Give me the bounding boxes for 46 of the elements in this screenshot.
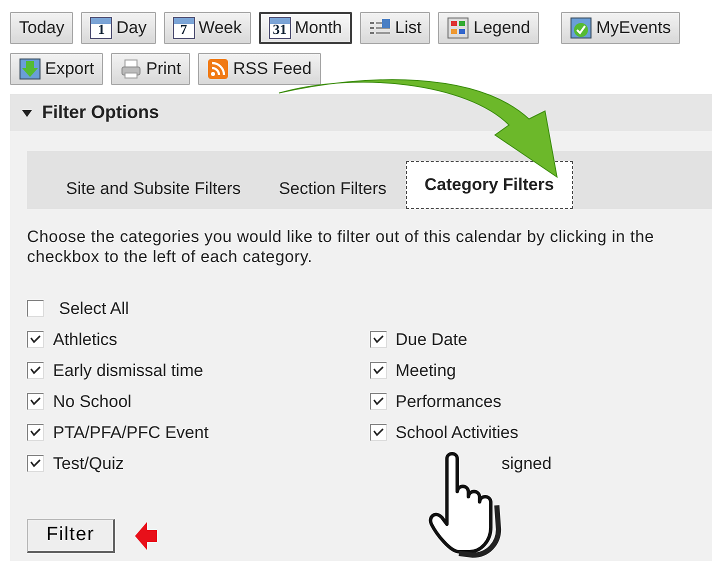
tab[interactable]: Site and Subsite Filters	[47, 169, 260, 209]
checkbox-label: School Activities	[396, 422, 518, 444]
checkbox[interactable]	[370, 424, 386, 441]
checkbox[interactable]	[27, 362, 44, 379]
toolbar-button[interactable]: List	[360, 12, 430, 44]
checkbox-label: signed	[502, 452, 552, 475]
toolbar-button[interactable]: MyEvents	[561, 12, 680, 44]
download-icon	[19, 58, 41, 80]
checkbox[interactable]	[27, 455, 44, 472]
checkbox-label: Select All	[59, 298, 129, 320]
tab[interactable]: Section Filters	[260, 169, 406, 209]
calendar-icon: 7	[172, 17, 195, 39]
instructions-text: Choose the categories you would like to filter out of this calendar by clicking in the checkbox to the left of each category.	[27, 227, 656, 267]
toolbar-button[interactable]: Print	[111, 53, 190, 85]
legend-icon	[447, 17, 470, 39]
checkbox[interactable]	[27, 331, 44, 348]
checkbox-label: PTA/PFA/PFC Event	[53, 422, 209, 444]
checkbox[interactable]	[27, 393, 44, 410]
checkbox-label: Due Date	[396, 328, 468, 351]
rss-icon	[207, 58, 230, 80]
filter-options-header[interactable]: Filter Options	[10, 94, 712, 131]
checkbox-label: Performances	[396, 390, 502, 413]
checkbox-label: Athletics	[53, 328, 118, 351]
toolbar-button[interactable]: 7 Week	[164, 12, 251, 44]
checkbox[interactable]	[370, 362, 386, 379]
toolbar-button[interactable]: Today	[10, 12, 74, 44]
tab[interactable]: Category Filters	[406, 161, 573, 209]
checkbox[interactable]	[370, 393, 386, 410]
section-title: Filter Options	[42, 101, 159, 124]
checkbox[interactable]	[370, 331, 386, 348]
pointer-arrow-icon	[133, 520, 159, 552]
toolbar-button[interactable]: Export	[10, 53, 104, 85]
checkbox-label: No School	[53, 390, 132, 413]
checkbox-label: Meeting	[396, 360, 456, 382]
toolbar-button[interactable]: 1 Day	[81, 12, 156, 44]
printer-icon	[120, 58, 142, 80]
toolbar-button[interactable]: 31 Month	[258, 12, 352, 44]
calendar-icon: 1	[90, 17, 112, 39]
checkbox-label: Early dismissal time	[53, 360, 204, 382]
checkbox[interactable]	[27, 424, 44, 441]
toolbar-button[interactable]: Legend	[438, 12, 540, 44]
checkbox[interactable]	[27, 300, 44, 317]
toolbar-button[interactable]: RSS Feed	[198, 53, 321, 85]
checkbox-label: Test/Quiz	[53, 452, 124, 475]
filter-button[interactable]: Filter	[27, 519, 115, 553]
calendar-icon: 31	[268, 17, 291, 39]
